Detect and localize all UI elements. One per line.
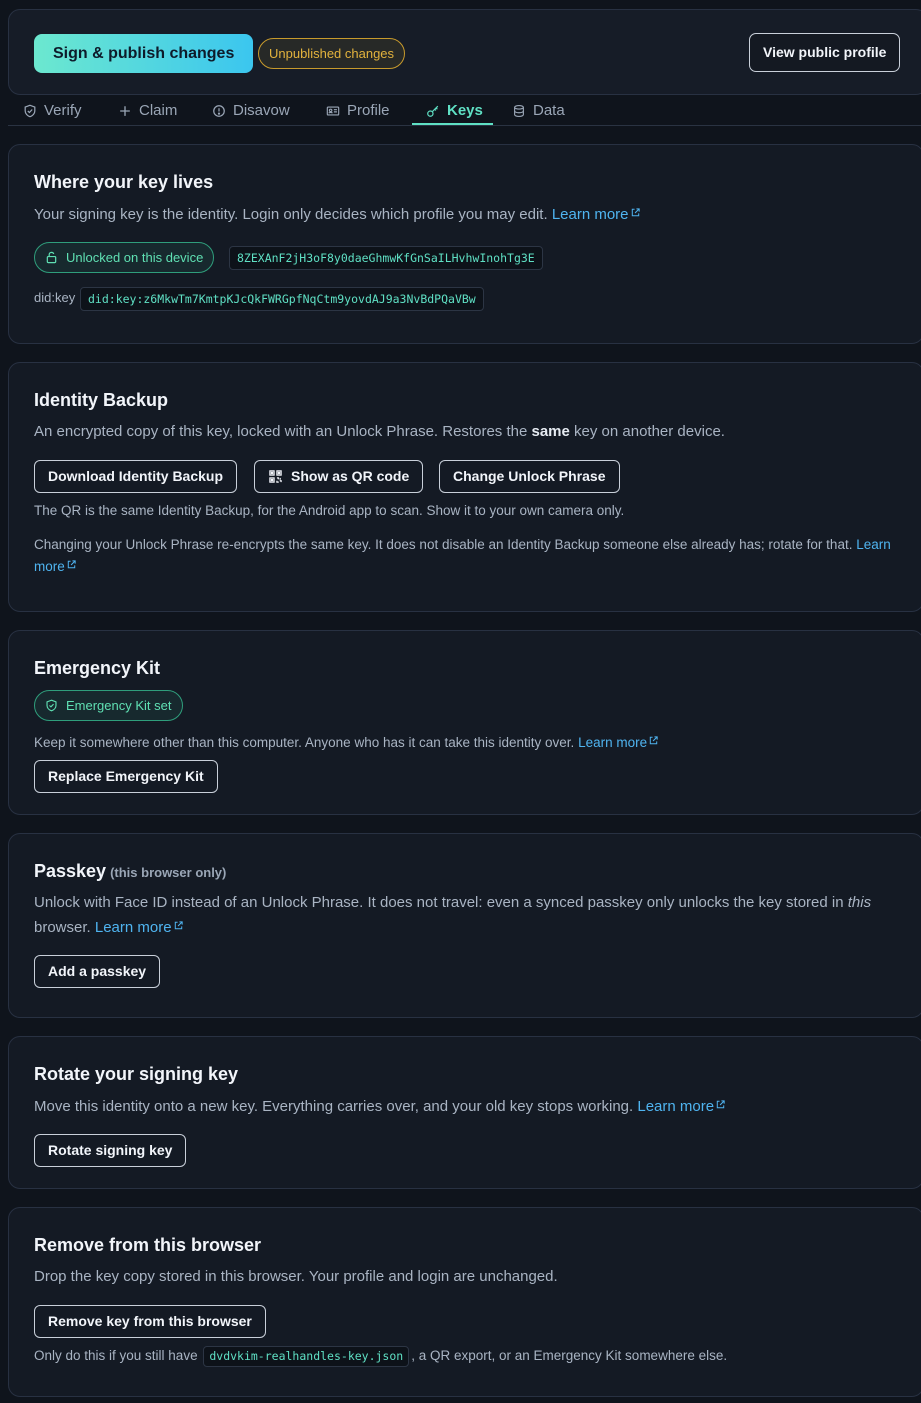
card-title: Identity Backup: [34, 390, 169, 410]
tab-label: Profile: [347, 102, 390, 119]
card-description: Move this identity onto a new key. Every…: [34, 1094, 726, 1119]
status-label: Emergency Kit set: [66, 698, 172, 713]
tab-claim[interactable]: Claim: [118, 95, 177, 126]
note-text: Changing your Unlock Phrase re-encrypts …: [34, 537, 853, 552]
active-tab-indicator: [412, 123, 493, 125]
id-card-icon: [326, 104, 340, 118]
remove-key-card: Remove from this browser Drop the key co…: [8, 1207, 921, 1397]
card-description: An encrypted copy of this key, locked wi…: [34, 420, 725, 444]
tab-bar: Verify Claim Disavow Profile Keys Data: [8, 95, 921, 126]
description-text: Your signing key is the identity. Login …: [34, 206, 548, 223]
description-text: An encrypted copy of this key, locked wi…: [34, 423, 528, 440]
did-label: did:key: [34, 290, 76, 305]
tab-label: Keys: [447, 102, 483, 119]
view-public-profile-button[interactable]: View public profile: [749, 33, 901, 72]
backup-filename: dvdvkim-realhandles-key.json: [203, 1346, 410, 1367]
rotate-key-card: Rotate your signing key Move this identi…: [8, 1036, 921, 1189]
link-label: Learn more: [578, 735, 648, 750]
description-emphasis: same: [531, 423, 570, 440]
description-emphasis: this: [847, 894, 872, 911]
unlocked-status-badge: Unlocked on this device: [34, 242, 215, 273]
description-text: key on another device.: [574, 423, 725, 440]
change-unlock-phrase-button[interactable]: Change Unlock Phrase: [439, 460, 620, 493]
button-label: Download Identity Backup: [48, 468, 224, 484]
card-description: Your signing key is the identity. Login …: [34, 202, 641, 227]
keys-page: Sign & publish changes Unpublished chang…: [0, 0, 921, 1403]
card-title: Emergency Kit: [34, 658, 161, 678]
shield-check-icon: [23, 104, 37, 118]
card-title: Passkey (this browser only): [34, 861, 226, 882]
key-location-card: Where your key lives Your signing key is…: [8, 144, 921, 344]
description-text: Keep it somewhere other than this comput…: [34, 735, 575, 750]
passkey-card: Passkey (this browser only) Unlock with F…: [8, 833, 921, 1018]
unpublished-changes-badge: Unpublished changes: [258, 38, 406, 69]
button-label: Add a passkey: [48, 963, 147, 979]
button-label: Remove key from this browser: [48, 1313, 252, 1329]
external-link-icon: [173, 915, 184, 930]
show-qr-button[interactable]: Show as QR code: [254, 460, 424, 493]
unlock-icon: [45, 251, 58, 264]
card-title: Remove from this browser: [34, 1235, 262, 1255]
external-link-icon: [715, 1094, 726, 1109]
download-backup-button[interactable]: Download Identity Backup: [34, 460, 238, 493]
status-label: Unlocked on this device: [66, 250, 204, 265]
emergency-kit-status-badge: Emergency Kit set: [34, 690, 183, 721]
learn-more-link[interactable]: Learn more: [637, 1098, 726, 1115]
identity-backup-card: Identity Backup An encrypted copy of thi…: [8, 362, 921, 612]
button-label: Replace Emergency Kit: [48, 768, 204, 784]
tab-label: Claim: [139, 102, 178, 119]
button-label: Rotate signing key: [48, 1142, 173, 1158]
description-text: Unlock with Face ID instead of an Unlock…: [34, 894, 844, 911]
tab-profile[interactable]: Profile: [326, 95, 390, 126]
add-passkey-button[interactable]: Add a passkey: [34, 955, 161, 988]
tab-data[interactable]: Data: [512, 95, 565, 126]
external-link-icon: [648, 731, 659, 745]
remove-key-button[interactable]: Remove key from this browser: [34, 1305, 266, 1338]
action-bar: Sign & publish changes Unpublished chang…: [8, 9, 921, 95]
learn-more-link[interactable]: Learn more: [552, 206, 641, 223]
rotate-note: Changing your Unlock Phrase re-encrypts …: [34, 534, 904, 577]
alert-circle-icon: [212, 104, 226, 118]
card-title: Rotate your signing key: [34, 1064, 239, 1084]
key-icon: [426, 104, 440, 118]
rotate-signing-key-button[interactable]: Rotate signing key: [34, 1134, 187, 1167]
tab-label: Data: [533, 102, 565, 119]
card-description: Unlock with Face ID instead of an Unlock…: [34, 891, 894, 940]
did-value: did:key:z6MkwTm7KmtpKJcQkFWRGpfNqCtm9yov…: [80, 287, 484, 311]
tab-label: Disavow: [233, 102, 290, 119]
tab-label: Verify: [44, 102, 82, 119]
external-link-icon: [66, 555, 77, 569]
qr-code-icon: [268, 469, 283, 484]
note-text: , a QR export, or an Emergency Kit somew…: [411, 1348, 728, 1363]
description-text: Move this identity onto a new key. Every…: [34, 1098, 634, 1115]
card-description: Drop the key copy stored in this browser…: [34, 1268, 558, 1285]
link-label: Learn more: [94, 919, 172, 936]
external-link-icon: [630, 202, 641, 217]
tab-keys[interactable]: Keys: [426, 95, 483, 126]
learn-more-link[interactable]: Learn more: [578, 735, 659, 750]
button-label: Show as QR code: [291, 468, 410, 484]
qr-note: The QR is the same Identity Backup, for …: [34, 503, 625, 518]
title-note: (this browser only): [110, 865, 227, 880]
database-icon: [512, 104, 526, 118]
emergency-kit-card: Emergency Kit Emergency Kit set Keep it …: [8, 630, 921, 815]
remove-note: Only do this if you still have dvdvkim-r…: [34, 1345, 727, 1367]
tab-disavow[interactable]: Disavow: [212, 95, 290, 126]
tab-verify[interactable]: Verify: [23, 95, 82, 126]
link-label: Learn more: [551, 206, 629, 223]
learn-more-link[interactable]: Learn more: [95, 919, 184, 936]
card-description: Keep it somewhere other than this comput…: [34, 731, 659, 753]
link-label: Learn more: [637, 1098, 715, 1115]
description-text: browser.: [34, 919, 91, 936]
shield-check-icon: [45, 699, 58, 712]
note-text: Only do this if you still have: [34, 1348, 198, 1363]
title-text: Passkey: [34, 861, 107, 881]
replace-emergency-kit-button[interactable]: Replace Emergency Kit: [34, 760, 218, 793]
plus-icon: [118, 104, 132, 118]
button-label: Change Unlock Phrase: [453, 468, 606, 484]
sign-publish-button[interactable]: Sign & publish changes: [34, 34, 254, 73]
key-fingerprint: 8ZEXAnF2jH3oF8y0daeGhmwKfGnSaILHvhwInohT…: [229, 246, 543, 270]
card-title: Where your key lives: [34, 172, 214, 192]
